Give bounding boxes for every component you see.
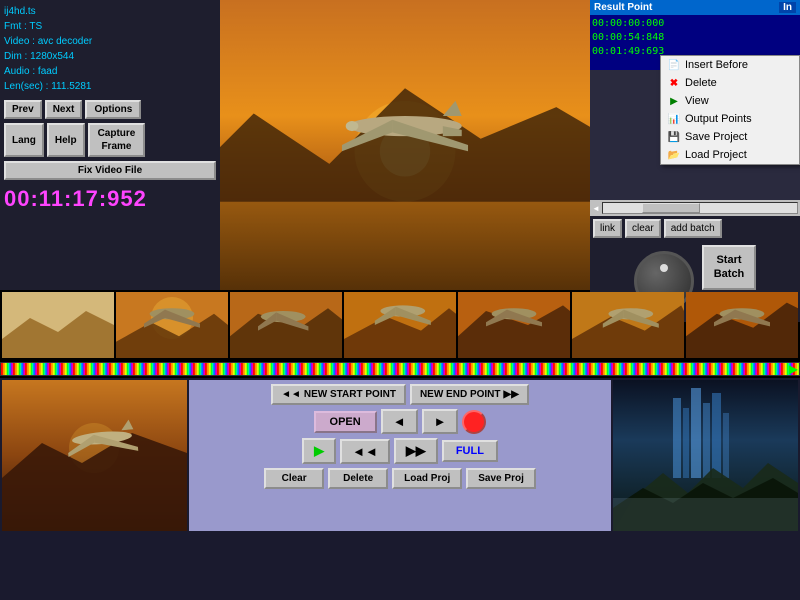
right-controls-row: link clear add batch — [590, 216, 800, 241]
open-button[interactable]: OPEN — [314, 411, 377, 433]
scroll-track[interactable] — [602, 202, 798, 214]
output-points-label: Output Points — [685, 113, 752, 125]
insert-before-label: Insert Before — [685, 59, 748, 71]
left-panel: ij4hd.ts Fmt : TS Video : avc decoder Di… — [0, 0, 220, 290]
waveform-bar[interactable]: ▶ — [0, 360, 800, 378]
knob-indicator — [660, 264, 668, 272]
context-insert-before[interactable]: 📄 Insert Before — [661, 56, 799, 74]
context-output-points[interactable]: 📊 Output Points — [661, 110, 799, 128]
result-point-header: Result Point In — [590, 0, 800, 15]
delete-icon: ✖ — [667, 76, 681, 90]
context-delete[interactable]: ✖ Delete — [661, 74, 799, 92]
view-icon: ▶ — [667, 94, 681, 108]
thumb-0[interactable] — [2, 292, 114, 358]
bottom-left-preview — [2, 380, 187, 531]
new-start-point-button[interactable]: ◄◄ NEW START POINT — [271, 384, 406, 405]
right-panel: Result Point In 00:00:00:000 00:00:54:84… — [590, 0, 800, 290]
thumb-3[interactable] — [344, 292, 456, 358]
context-view[interactable]: ▶ View — [661, 92, 799, 110]
add-batch-button[interactable]: add batch — [664, 219, 722, 238]
clear-bottom-button[interactable]: Clear — [264, 468, 324, 489]
new-end-label: NEW END POINT — [420, 389, 501, 400]
scroll-left-arrow[interactable]: ◄ — [592, 204, 600, 213]
filename: ij4hd.ts — [4, 4, 216, 19]
fmt: Fmt : TS — [4, 19, 216, 34]
start-arrow-icon: ◄◄ — [281, 389, 301, 400]
step-back-button[interactable]: ◄ — [381, 409, 418, 434]
thumb-5[interactable] — [572, 292, 684, 358]
in-label: In — [779, 2, 796, 13]
bottom-right-preview — [613, 380, 798, 531]
output-icon: 📊 — [667, 112, 681, 126]
step-fwd-button[interactable]: ► — [422, 409, 459, 434]
result-item-1[interactable]: 00:00:54:848 — [592, 31, 798, 45]
full-button[interactable]: FULL — [442, 440, 498, 462]
video-codec: Video : avc decoder — [4, 34, 216, 49]
result-point-title: Result Point — [594, 2, 652, 13]
waveform-display — [0, 362, 800, 376]
thumbnails-row — [0, 290, 800, 360]
context-load-project[interactable]: 📂 Load Project — [661, 146, 799, 164]
save-project-label: Save Project — [685, 131, 747, 143]
fast-fwd-button[interactable]: ▶▶ — [394, 438, 438, 464]
new-start-label: NEW START POINT — [304, 389, 396, 400]
context-menu: 📄 Insert Before ✖ Delete ▶ View 📊 Output… — [660, 55, 800, 165]
load-proj-button[interactable]: Load Proj — [392, 468, 462, 489]
help-button[interactable]: Help — [47, 123, 85, 157]
load-icon: 📂 — [667, 148, 681, 162]
video-display: Ao — [220, 0, 590, 290]
thumb-6[interactable] — [686, 292, 798, 358]
view-label: View — [685, 95, 709, 107]
delete-bottom-button[interactable]: Delete — [328, 468, 388, 489]
scroll-thumb[interactable] — [642, 203, 700, 213]
options-button[interactable]: Options — [85, 100, 141, 119]
delete-label: Delete — [685, 77, 717, 89]
start-batch-button[interactable]: StartBatch — [702, 245, 757, 290]
waveform-expand-arrow[interactable]: ▶ — [789, 362, 798, 376]
insert-icon: 📄 — [667, 58, 681, 72]
dimensions: Dim : 1280x544 — [4, 49, 216, 64]
result-scrollbar[interactable]: ◄ — [590, 200, 800, 216]
video-frame — [220, 0, 590, 290]
play-button[interactable]: ▶ — [302, 438, 336, 464]
lang-button[interactable]: Lang — [4, 123, 44, 157]
result-item-0[interactable]: 00:00:00:000 — [592, 17, 798, 31]
bottom-controls-panel: ◄◄ NEW START POINT NEW END POINT ▶▶ OPEN… — [189, 380, 611, 531]
record-button[interactable] — [462, 410, 486, 434]
prev-button[interactable]: Prev — [4, 100, 42, 119]
fix-video-button[interactable]: Fix Video File — [4, 161, 216, 180]
bottom-section: ◄◄ NEW START POINT NEW END POINT ▶▶ OPEN… — [0, 378, 800, 533]
file-info: ij4hd.ts Fmt : TS Video : avc decoder Di… — [4, 4, 216, 94]
context-save-project[interactable]: 💾 Save Project — [661, 128, 799, 146]
timecode-display: 00:11:17:952 — [4, 186, 216, 212]
clear-button[interactable]: clear — [625, 219, 661, 238]
save-proj-button[interactable]: Save Proj — [466, 468, 536, 489]
save-icon: 💾 — [667, 130, 681, 144]
link-button[interactable]: link — [593, 219, 622, 238]
end-arrow-icon: ▶▶ — [504, 389, 519, 400]
new-end-point-button[interactable]: NEW END POINT ▶▶ — [410, 384, 529, 405]
thumb-1[interactable] — [116, 292, 228, 358]
next-button[interactable]: Next — [45, 100, 83, 119]
rewind-button[interactable]: ◄◄ — [340, 439, 390, 464]
load-project-label: Load Project — [685, 149, 747, 161]
video-content — [220, 0, 590, 290]
thumb-4[interactable] — [458, 292, 570, 358]
capture-frame-button[interactable]: CaptureFrame — [88, 123, 146, 157]
length: Len(sec) : 111.5281 — [4, 79, 216, 94]
audio-codec: Audio : faad — [4, 64, 216, 79]
thumb-2[interactable] — [230, 292, 342, 358]
